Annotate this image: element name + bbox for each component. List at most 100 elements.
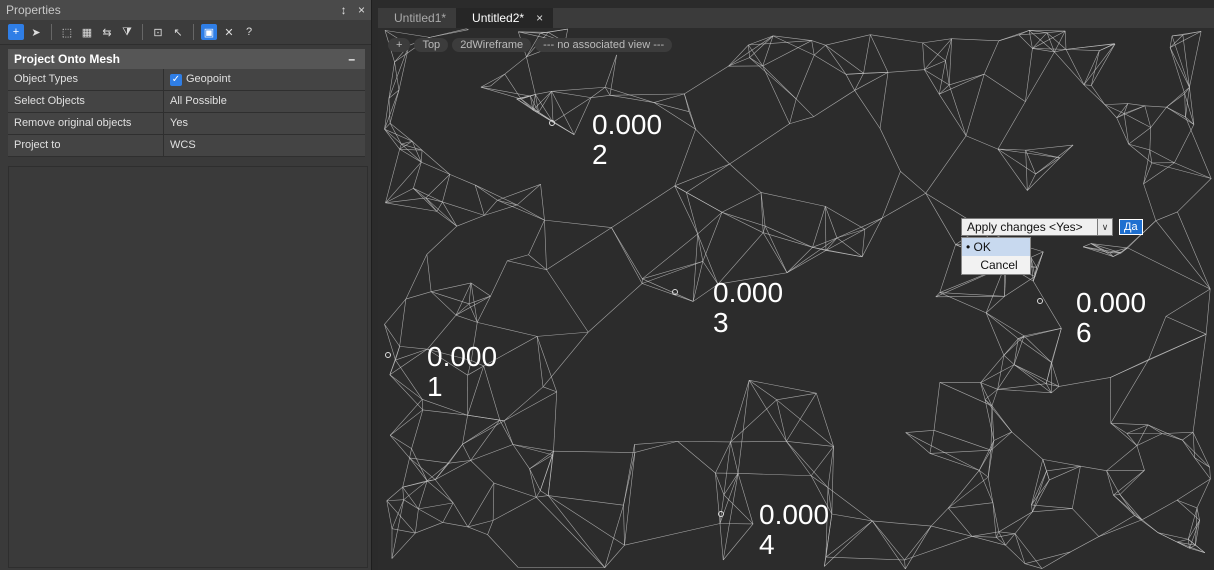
point-label: 0.000 6 bbox=[1076, 288, 1146, 348]
invert-selection-icon[interactable]: ⇆ bbox=[99, 24, 115, 40]
mesh-edge bbox=[762, 65, 797, 100]
visual-style-button[interactable]: 2dWireframe bbox=[452, 38, 532, 52]
tab-untitled1[interactable]: Untitled1* bbox=[378, 8, 456, 28]
mesh-edge bbox=[1027, 157, 1061, 191]
mesh-edge bbox=[1149, 149, 1153, 163]
mesh-edge bbox=[490, 73, 505, 87]
chevron-down-icon[interactable]: ∨ bbox=[1098, 218, 1113, 236]
mesh-edge bbox=[997, 383, 1047, 390]
property-row[interactable]: Object Types ✓ Geopoint bbox=[8, 69, 365, 91]
property-value[interactable]: WCS bbox=[164, 135, 365, 156]
mesh-edge bbox=[403, 499, 419, 510]
mesh-edge bbox=[684, 65, 729, 95]
mesh-edge bbox=[470, 282, 491, 297]
combo-text[interactable]: Apply changes <Yes> bbox=[961, 218, 1098, 236]
mesh-edge bbox=[997, 148, 1036, 175]
point-marker[interactable] bbox=[549, 120, 555, 126]
apply-changes-combo[interactable]: Apply changes <Yes> ∨ Да bbox=[961, 218, 1143, 236]
answer-input[interactable]: Да bbox=[1119, 219, 1143, 235]
mesh-edge bbox=[1136, 445, 1145, 471]
mesh-edge bbox=[642, 283, 694, 302]
mesh-edge bbox=[384, 98, 390, 130]
mesh-edge bbox=[1192, 334, 1207, 433]
view-top-button[interactable]: Top bbox=[414, 38, 449, 52]
menu-item-ok[interactable]: • OK bbox=[962, 238, 1030, 256]
close-icon[interactable]: × bbox=[358, 3, 365, 17]
mesh-edge bbox=[1194, 457, 1211, 480]
pin-icon[interactable]: ↕ bbox=[341, 3, 347, 17]
mesh-edge bbox=[480, 73, 505, 88]
mesh-edge bbox=[1126, 433, 1138, 446]
mesh-edge bbox=[467, 520, 494, 528]
mesh-edge bbox=[1136, 433, 1163, 446]
mesh-edge bbox=[764, 225, 813, 248]
mesh-edge bbox=[455, 303, 470, 316]
mesh-edge bbox=[1035, 144, 1074, 175]
mesh-edge bbox=[965, 74, 985, 136]
mesh-edge bbox=[825, 520, 873, 558]
property-value[interactable]: All Possible bbox=[164, 91, 365, 112]
point-marker[interactable] bbox=[672, 289, 678, 295]
property-row[interactable]: Remove original objects Yes bbox=[8, 113, 365, 135]
mesh-edge bbox=[1065, 49, 1085, 85]
point-marker[interactable] bbox=[718, 511, 724, 517]
group-title: Project Onto Mesh bbox=[14, 52, 121, 66]
viewport-menu-button[interactable]: + bbox=[388, 38, 411, 52]
point-marker[interactable] bbox=[1037, 298, 1043, 304]
mesh-edge bbox=[722, 523, 754, 561]
mesh-edge bbox=[1025, 48, 1033, 102]
mesh-edge bbox=[516, 184, 541, 206]
mesh-edge bbox=[998, 531, 1016, 534]
close-tab-icon[interactable]: × bbox=[536, 11, 543, 25]
pick-cursor-icon[interactable]: ↖ bbox=[170, 24, 186, 40]
mesh-edge bbox=[493, 496, 537, 521]
mesh-edge bbox=[723, 441, 731, 495]
toolbar-separator bbox=[142, 24, 143, 40]
named-view-button[interactable]: --- no associated view --- bbox=[535, 38, 673, 52]
mesh-edge bbox=[879, 128, 901, 172]
crossing-select-icon[interactable]: ▦ bbox=[79, 24, 95, 40]
mesh-edge bbox=[546, 269, 589, 333]
property-value[interactable]: ✓ Geopoint bbox=[164, 69, 365, 90]
mesh-edge bbox=[1177, 178, 1212, 213]
menu-item-cancel[interactable]: Cancel bbox=[962, 256, 1030, 274]
mesh-edge bbox=[870, 34, 923, 44]
quick-select-icon[interactable]: ⊡ bbox=[150, 24, 166, 40]
mesh-edge bbox=[728, 35, 774, 67]
mesh-edge bbox=[1110, 359, 1149, 424]
mesh-edge bbox=[812, 247, 863, 258]
mesh-edge bbox=[551, 90, 592, 98]
tab-untitled2[interactable]: Untitled2* × bbox=[456, 8, 554, 28]
mesh-edge bbox=[811, 40, 815, 56]
mesh-edge bbox=[1141, 499, 1178, 521]
filter-icon[interactable]: ⧩ bbox=[119, 24, 135, 40]
mesh-edge bbox=[544, 219, 612, 228]
mesh-edge bbox=[1119, 494, 1135, 516]
select-cursor-icon[interactable]: ➤ bbox=[28, 24, 44, 40]
mesh-edge bbox=[1018, 328, 1062, 339]
mesh-edge bbox=[721, 212, 764, 233]
mesh-edge bbox=[470, 444, 514, 461]
mesh-edge bbox=[1011, 431, 1043, 460]
mesh-edge bbox=[388, 61, 395, 99]
property-row[interactable]: Select Objects All Possible bbox=[8, 91, 365, 113]
help-icon[interactable]: ? bbox=[241, 24, 257, 40]
mesh-edge bbox=[389, 409, 423, 436]
add-to-selection-icon[interactable]: + bbox=[8, 24, 24, 40]
collapse-icon[interactable]: – bbox=[348, 49, 355, 69]
drawing-viewport[interactable]: + Top 2dWireframe --- no associated view… bbox=[378, 28, 1214, 570]
property-row[interactable]: Project to WCS bbox=[8, 135, 365, 157]
point-marker[interactable] bbox=[385, 352, 391, 358]
mesh-edge bbox=[1151, 162, 1212, 179]
property-value[interactable]: Yes bbox=[164, 113, 365, 134]
window-select-icon[interactable]: ⬚ bbox=[59, 24, 75, 40]
mesh-edge bbox=[924, 60, 946, 70]
mesh-edge bbox=[719, 523, 724, 561]
mesh-edge bbox=[391, 532, 416, 559]
mesh-edge bbox=[642, 261, 703, 284]
deselect-icon[interactable]: ✕ bbox=[221, 24, 237, 40]
mesh-edge bbox=[418, 502, 454, 510]
pickadd-icon[interactable]: ▣ bbox=[201, 24, 217, 40]
group-header[interactable]: Project Onto Mesh – bbox=[8, 49, 365, 69]
checkbox-icon[interactable]: ✓ bbox=[170, 73, 182, 86]
